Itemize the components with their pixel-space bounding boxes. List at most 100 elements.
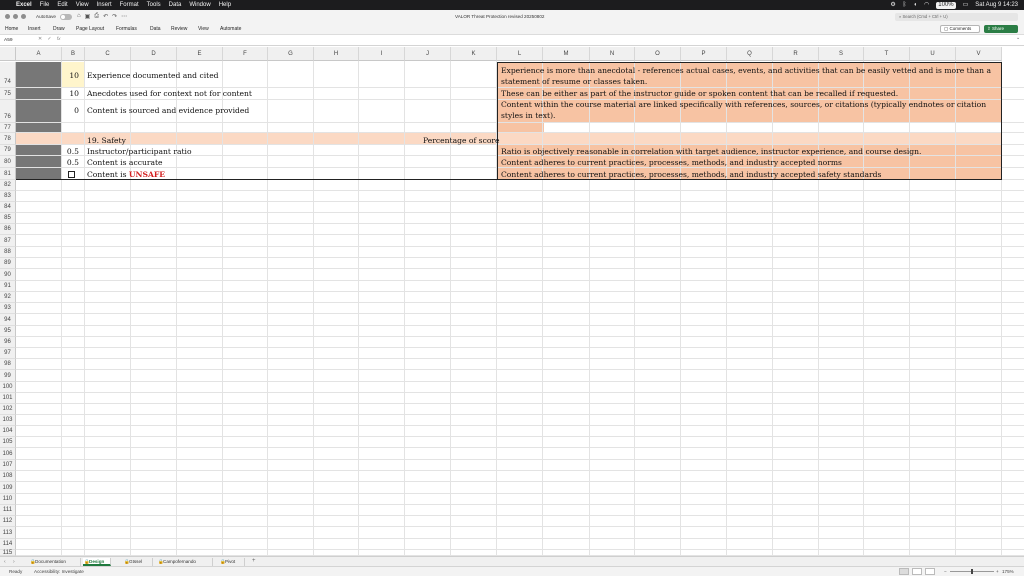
column-header-o[interactable]: O xyxy=(635,47,681,61)
row-header[interactable]: 112 xyxy=(0,516,16,527)
row-header[interactable]: 85 xyxy=(0,213,16,224)
row-header[interactable]: 75 xyxy=(0,88,16,100)
row-header[interactable]: 107 xyxy=(0,460,16,471)
print-icon[interactable]: ⎙ xyxy=(94,13,99,20)
column-header-g[interactable]: G xyxy=(268,47,314,61)
row-header[interactable]: 88 xyxy=(0,247,16,258)
column-header-a[interactable]: A xyxy=(16,47,62,61)
row-header[interactable]: 93 xyxy=(0,303,16,314)
column-header-p[interactable]: P xyxy=(681,47,727,61)
menu-help[interactable]: Help xyxy=(219,0,231,10)
row-header[interactable]: 92 xyxy=(0,292,16,303)
tab-home[interactable]: Home xyxy=(5,26,18,32)
menu-data[interactable]: Data xyxy=(169,0,182,10)
row-header[interactable]: 86 xyxy=(0,224,16,235)
row-header[interactable]: 76 xyxy=(0,100,16,123)
row-header[interactable]: 96 xyxy=(0,337,16,348)
row-header[interactable]: 95 xyxy=(0,326,16,337)
column-header-h[interactable]: H xyxy=(314,47,359,61)
menu-window[interactable]: Window xyxy=(189,0,210,10)
wifi-icon[interactable]: ◠ xyxy=(924,0,929,10)
row-header[interactable]: 113 xyxy=(0,527,16,539)
prev-sheet-icon[interactable]: ‹ xyxy=(4,559,6,565)
column-header-d[interactable]: D xyxy=(131,47,177,61)
row-header[interactable]: 77 xyxy=(0,123,16,133)
row-header[interactable]: 84 xyxy=(0,202,16,213)
cell-l75[interactable]: These can be either as part of the instr… xyxy=(501,89,898,98)
document-title[interactable]: VALOR Threat Protection revised 20250802 xyxy=(455,14,544,19)
cell-c76[interactable]: Content is sourced and evidence provided xyxy=(87,106,249,115)
row-header[interactable]: 101 xyxy=(0,393,16,404)
cell-b76[interactable]: 0 xyxy=(63,106,79,115)
row-header[interactable]: 79 xyxy=(0,145,16,156)
page-layout-view-button[interactable] xyxy=(912,568,922,575)
row-header[interactable]: 108 xyxy=(0,471,16,482)
tab-view[interactable]: View xyxy=(198,26,209,32)
cell-c74[interactable]: Experience documented and cited xyxy=(87,71,219,80)
row-header[interactable]: 105 xyxy=(0,437,16,448)
column-header-r[interactable]: R xyxy=(773,47,819,61)
cell-b74[interactable]: 10 xyxy=(63,71,79,80)
zoom-level[interactable]: 175% xyxy=(1002,567,1014,576)
function-icon[interactable]: fx xyxy=(57,37,61,42)
row-header[interactable]: 80 xyxy=(0,156,16,168)
clock[interactable]: Sat Aug 9 14:23 xyxy=(975,0,1018,10)
accessibility-status[interactable]: Accessibility: Investigate xyxy=(34,567,84,576)
menu-tools[interactable]: Tools xyxy=(147,0,161,10)
row-header[interactable]: 90 xyxy=(0,269,16,281)
cell-c80[interactable]: Content is accurate xyxy=(87,158,163,167)
control-center-icon[interactable]: ⚙ xyxy=(890,0,895,10)
row-header[interactable]: 98 xyxy=(0,359,16,370)
cell-l80[interactable]: Content adheres to current practices, pr… xyxy=(501,158,842,167)
cell-l74[interactable]: Experience is more than anecdotal - refe… xyxy=(501,66,1001,87)
cell-c75[interactable]: Anecdotes used for context not for conte… xyxy=(87,89,252,98)
row-header[interactable]: 103 xyxy=(0,415,16,426)
zoom-window-button[interactable] xyxy=(21,13,26,19)
sheet-tab-gtssel[interactable]: 🔒 Gtssel xyxy=(123,558,153,566)
cell-k78[interactable]: Percentage of score xyxy=(423,136,500,145)
column-header-k[interactable]: K xyxy=(451,47,497,61)
comments-button[interactable]: ▢ Comments xyxy=(940,25,980,33)
row-header[interactable]: 97 xyxy=(0,348,16,359)
cell-c81[interactable]: Content is UNSAFE xyxy=(87,170,165,179)
cell-l79[interactable]: Ratio is objectively reasonable in corre… xyxy=(501,147,921,156)
column-header-q[interactable]: Q xyxy=(727,47,773,61)
select-all-corner[interactable] xyxy=(0,47,16,61)
sheet-tab-campofernando[interactable]: 🔒 Campofernando xyxy=(157,558,213,566)
autosave-toggle[interactable] xyxy=(60,13,72,20)
row-header[interactable]: 111 xyxy=(0,505,16,516)
tab-review[interactable]: Review xyxy=(171,26,187,32)
column-header-e[interactable]: E xyxy=(177,47,223,61)
column-header-i[interactable]: I xyxy=(359,47,405,61)
menu-view[interactable]: View xyxy=(76,0,89,10)
row-header[interactable]: 89 xyxy=(0,258,16,269)
menu-app-name[interactable]: Excel xyxy=(16,0,32,10)
share-button[interactable]: ⇪ Share xyxy=(984,25,1018,33)
battery-icon[interactable]: ▭ xyxy=(963,0,969,10)
column-header-t[interactable]: T xyxy=(864,47,910,61)
chevron-down-icon[interactable]: ⌄ xyxy=(1016,36,1020,41)
row-header[interactable]: 83 xyxy=(0,191,16,202)
column-header-m[interactable]: M xyxy=(543,47,590,61)
tab-automate[interactable]: Automate xyxy=(220,26,241,32)
column-header-f[interactable]: F xyxy=(223,47,268,61)
cell-l81[interactable]: Content adheres to current practices, pr… xyxy=(501,170,881,179)
tab-draw[interactable]: Draw xyxy=(53,26,65,32)
row-header[interactable]: 81 xyxy=(0,168,16,180)
column-header-b[interactable]: B xyxy=(62,47,85,61)
sheet-tab-pivot[interactable]: 🔒 Pivot xyxy=(219,558,245,566)
row-header[interactable]: 94 xyxy=(0,314,16,326)
row-header[interactable]: 100 xyxy=(0,382,16,393)
cell-b75[interactable]: 10 xyxy=(63,89,79,98)
zoom-slider-handle[interactable] xyxy=(971,569,973,574)
minimize-window-button[interactable] xyxy=(13,13,18,19)
sheet-tab-design[interactable]: 🔒 Design xyxy=(83,558,111,566)
home-icon[interactable]: ⌂ xyxy=(77,13,81,20)
add-sheet-button[interactable]: + xyxy=(252,558,256,564)
row-header[interactable]: 102 xyxy=(0,404,16,415)
bluetooth-icon[interactable]: ᛒ xyxy=(903,0,907,10)
column-header-s[interactable]: S xyxy=(819,47,864,61)
redo-icon[interactable]: ↷ xyxy=(112,13,117,20)
column-header-c[interactable]: C xyxy=(85,47,131,61)
cell-b80[interactable]: 0.5 xyxy=(63,158,79,167)
